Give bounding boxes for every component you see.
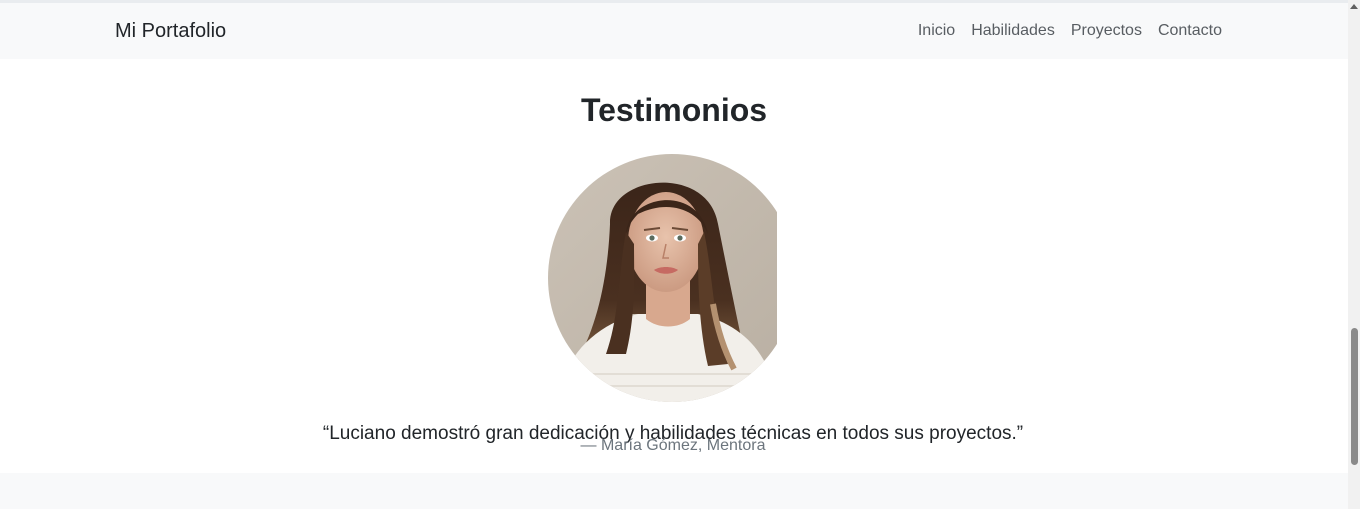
scrollbar-thumb[interactable] (1351, 328, 1358, 465)
nav-link-contacto[interactable]: Contacto (1158, 22, 1222, 40)
footer-band (0, 473, 1348, 509)
portrait-image (548, 154, 777, 402)
vertical-scrollbar[interactable] (1348, 0, 1360, 509)
nav-links: Inicio Habilidades Proyectos Contacto (918, 22, 1222, 40)
scroll-up-arrow-icon[interactable] (1350, 4, 1358, 9)
page: Mi Portafolio Inicio Habilidades Proyect… (0, 0, 1360, 509)
brand-link[interactable]: Mi Portafolio (115, 20, 226, 43)
avatar (548, 154, 796, 402)
portrait-photo (548, 154, 777, 402)
nav-link-inicio[interactable]: Inicio (918, 22, 955, 40)
navbar: Mi Portafolio Inicio Habilidades Proyect… (0, 3, 1348, 59)
testimonial-author: — María Gómez, Mentora (580, 437, 766, 454)
nav-link-proyectos[interactable]: Proyectos (1071, 22, 1142, 40)
nav-link-habilidades[interactable]: Habilidades (971, 22, 1055, 40)
section-title: Testimonios (580, 92, 768, 128)
